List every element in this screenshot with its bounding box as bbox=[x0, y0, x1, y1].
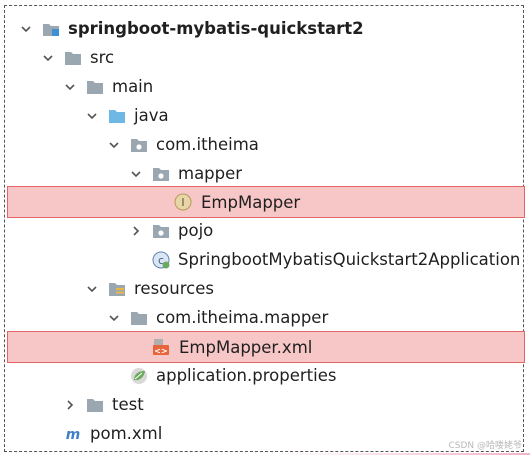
chevron-down-icon[interactable] bbox=[106, 137, 122, 153]
folder-icon bbox=[86, 78, 104, 96]
package-icon bbox=[152, 222, 170, 240]
tree-item-label: pom.xml bbox=[90, 424, 163, 443]
tree-item-test[interactable]: test bbox=[0, 390, 530, 419]
xml-file-icon: <> bbox=[152, 338, 170, 356]
resources-folder-icon bbox=[108, 280, 126, 298]
tree-item-src[interactable]: src bbox=[0, 43, 530, 72]
maven-icon: m bbox=[64, 425, 82, 443]
tree-item-label: src bbox=[90, 48, 115, 67]
tree-item-java[interactable]: java bbox=[0, 101, 530, 130]
tree-item-application-class[interactable]: c SpringbootMybatisQuickstart2Applicatio… bbox=[0, 245, 530, 274]
tree-item-label: test bbox=[112, 395, 144, 414]
chevron-down-icon[interactable] bbox=[84, 281, 100, 297]
chevron-down-icon[interactable] bbox=[40, 50, 56, 66]
package-icon bbox=[130, 136, 148, 154]
chevron-down-icon[interactable] bbox=[106, 310, 122, 326]
chevron-down-icon[interactable] bbox=[128, 166, 144, 182]
chevron-down-icon[interactable] bbox=[84, 108, 100, 124]
tree-item-package[interactable]: com.itheima bbox=[0, 130, 530, 159]
tree-item-project[interactable]: springboot-mybatis-quickstart2 bbox=[0, 14, 530, 43]
tree-item-label: EmpMapper.xml bbox=[179, 337, 313, 357]
tree-item-application-properties[interactable]: application.properties bbox=[0, 361, 530, 390]
tree-item-label: EmpMapper bbox=[201, 192, 301, 212]
tree-item-empmapper[interactable]: I EmpMapper bbox=[7, 186, 525, 218]
tree-item-resources[interactable]: resources bbox=[0, 274, 530, 303]
chevron-right-icon[interactable] bbox=[128, 223, 144, 239]
svg-text:I: I bbox=[181, 196, 184, 209]
tree-item-mapper[interactable]: mapper bbox=[0, 159, 530, 188]
tree-item-label: mapper bbox=[178, 164, 243, 183]
tree-item-pojo[interactable]: pojo bbox=[0, 216, 530, 245]
spring-boot-class-icon: c bbox=[152, 251, 170, 269]
tree-item-label: java bbox=[134, 106, 169, 125]
tree-item-label: resources bbox=[134, 279, 214, 298]
spring-properties-icon bbox=[130, 367, 148, 385]
project-module-icon bbox=[42, 20, 60, 38]
tree-item-empmapper-xml[interactable]: <> EmpMapper.xml bbox=[7, 331, 525, 363]
watermark: CSDN @哈喽姥爷 bbox=[448, 441, 522, 451]
tree-item-label: com.itheima bbox=[156, 135, 259, 154]
package-icon bbox=[152, 165, 170, 183]
interface-icon: I bbox=[174, 193, 192, 211]
tree-item-resource-package[interactable]: com.itheima.mapper bbox=[0, 303, 530, 332]
tree-item-main[interactable]: main bbox=[0, 72, 530, 101]
source-root-folder-icon bbox=[108, 107, 126, 125]
folder-icon bbox=[86, 396, 104, 414]
project-tree: springboot-mybatis-quickstart2 src main … bbox=[0, 0, 530, 457]
tree-item-label: SpringbootMybatisQuickstart2Application bbox=[178, 250, 521, 269]
svg-text:<>: <> bbox=[154, 347, 167, 356]
folder-icon bbox=[64, 49, 82, 67]
tree-item-label: main bbox=[112, 77, 154, 96]
tree-item-label: com.itheima.mapper bbox=[156, 308, 329, 327]
folder-icon bbox=[130, 309, 148, 327]
chevron-down-icon[interactable] bbox=[18, 21, 34, 37]
tree-item-label: springboot-mybatis-quickstart2 bbox=[68, 19, 364, 38]
decorative-underline bbox=[280, 453, 530, 455]
svg-text:m: m bbox=[66, 426, 80, 442]
tree-item-label: application.properties bbox=[156, 366, 337, 385]
chevron-down-icon[interactable] bbox=[62, 79, 78, 95]
tree-item-label: pojo bbox=[178, 221, 214, 240]
chevron-right-icon[interactable] bbox=[62, 397, 78, 413]
